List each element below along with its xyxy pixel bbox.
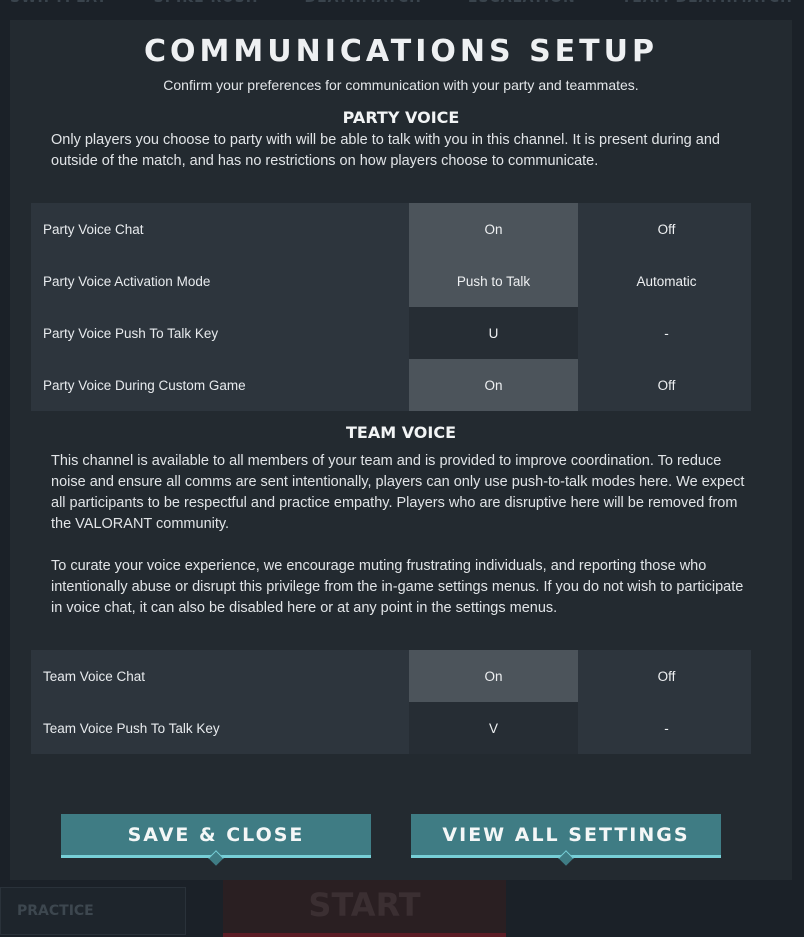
save-and-close-button[interactable]: SAVE & CLOSE <box>61 814 371 866</box>
custom-game-off-option[interactable]: Off <box>582 359 751 411</box>
button-notch-decoration <box>208 850 224 866</box>
communications-setup-modal: COMMUNICATIONS SETUP Confirm your prefer… <box>10 20 792 880</box>
setting-label: Team Voice Chat <box>43 668 146 684</box>
custom-game-on-option[interactable]: On <box>409 359 578 411</box>
team-ptt-secondary-key-binding[interactable]: - <box>582 702 751 754</box>
setting-label: Party Voice Push To Talk Key <box>43 325 219 341</box>
team-voice-chat-off-option[interactable]: Off <box>582 650 751 702</box>
setting-row-party-voice-chat: Party Voice Chat On Off <box>31 203 751 255</box>
setting-label: Party Voice During Custom Game <box>43 377 246 393</box>
party-voice-chat-on-option[interactable]: On <box>409 203 578 255</box>
party-ptt-primary-key-binding[interactable]: U <box>409 307 578 359</box>
party-voice-heading: PARTY VOICE <box>342 108 460 127</box>
push-to-talk-option[interactable]: Push to Talk <box>409 255 578 307</box>
background-tab: TEAM DEATHMATCH <box>622 0 793 12</box>
team-ptt-primary-key-binding[interactable]: V <box>409 702 578 754</box>
view-all-settings-label: VIEW ALL SETTINGS <box>442 823 690 846</box>
background-practice-button: PRACTICE <box>0 887 186 935</box>
background-tab: SWIFTPLAY <box>10 0 108 12</box>
background-tab: DEATHMATCH <box>304 0 421 12</box>
party-voice-description: Only players you choose to party with wi… <box>51 132 720 169</box>
background-tab: SPIKE RUSH <box>154 0 259 12</box>
party-ptt-secondary-key-binding[interactable]: - <box>582 307 751 359</box>
setting-label: Party Voice Activation Mode <box>43 273 211 289</box>
setting-label: Party Voice Chat <box>43 221 144 237</box>
team-voice-chat-on-option[interactable]: On <box>409 650 578 702</box>
setting-row-team-voice-chat: Team Voice Chat On Off <box>31 650 751 702</box>
automatic-option[interactable]: Automatic <box>582 255 751 307</box>
setting-row-party-voice-activation-mode: Party Voice Activation Mode Push to Talk… <box>31 255 751 307</box>
background-mode-tabs: SWIFTPLAY SPIKE RUSH DEATHMATCH ESCALATI… <box>0 0 804 14</box>
party-voice-settings: Party Voice Chat On Off Party Voice Acti… <box>31 203 751 411</box>
modal-subtitle: Confirm your preferences for communicati… <box>163 77 639 93</box>
background-start-button: START <box>223 877 506 937</box>
button-notch-decoration <box>558 850 574 866</box>
team-voice-description-2: To curate your voice experience, we enco… <box>51 558 744 616</box>
setting-label: Team Voice Push To Talk Key <box>43 720 220 736</box>
setting-row-party-voice-during-custom-game: Party Voice During Custom Game On Off <box>31 359 751 411</box>
modal-title: COMMUNICATIONS SETUP <box>144 34 658 69</box>
setting-row-party-voice-push-to-talk-key: Party Voice Push To Talk Key U - <box>31 307 751 359</box>
team-voice-settings: Team Voice Chat On Off Team Voice Push T… <box>31 650 751 754</box>
setting-row-team-voice-push-to-talk-key: Team Voice Push To Talk Key V - <box>31 702 751 754</box>
team-voice-heading: TEAM VOICE <box>345 423 457 442</box>
party-voice-chat-off-option[interactable]: Off <box>582 203 751 255</box>
team-voice-description: This channel is available to all members… <box>51 453 745 532</box>
view-all-settings-button[interactable]: VIEW ALL SETTINGS <box>411 814 721 866</box>
save-and-close-label: SAVE & CLOSE <box>127 823 305 846</box>
background-tab: ESCALATION <box>468 0 576 12</box>
